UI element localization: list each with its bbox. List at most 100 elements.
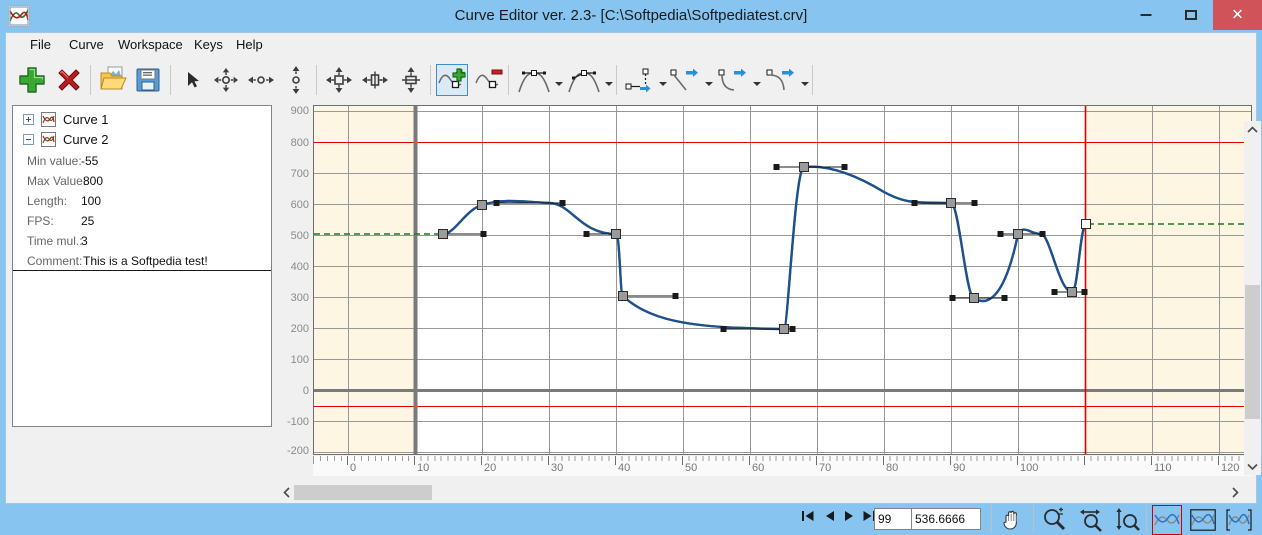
fps-value: 25 xyxy=(81,214,95,228)
x-tick-60: 60 xyxy=(752,462,765,474)
x-tick-110: 110 xyxy=(1154,462,1172,474)
delete-curve-button[interactable] xyxy=(52,63,86,97)
min-value-label: Min value: xyxy=(27,154,82,168)
zoom-horizontal-button[interactable] xyxy=(1077,505,1107,535)
red-cross-icon xyxy=(58,69,80,91)
frame-all-button[interactable] xyxy=(1152,505,1182,535)
frame-range-button[interactable] xyxy=(1224,505,1254,535)
open-file-button[interactable] xyxy=(96,63,132,97)
menu-file[interactable]: File xyxy=(22,33,59,57)
y-tick-500: 500 xyxy=(290,230,309,242)
menu-bar: File Curve Workspace Keys Help xyxy=(6,33,1256,57)
zoom-vertical-button[interactable] xyxy=(1112,505,1142,535)
scale-free-button[interactable] xyxy=(322,63,356,97)
scroll-left-button[interactable] xyxy=(278,484,295,501)
tangent-flat-button[interactable] xyxy=(622,63,656,97)
menu-keys[interactable]: Keys xyxy=(186,33,231,57)
frame-selection-icon xyxy=(1190,509,1216,531)
plot-area[interactable] xyxy=(313,105,1252,455)
add-curve-button[interactable] xyxy=(14,63,50,97)
move-free-button[interactable] xyxy=(209,63,243,97)
property-max-value: Max Value: 800 xyxy=(13,171,271,191)
curve-1-label: Curve 1 xyxy=(63,112,109,127)
menu-workspace[interactable]: Workspace xyxy=(110,33,191,57)
maximize-button[interactable] xyxy=(1168,0,1213,30)
minimize-button[interactable] xyxy=(1123,0,1168,30)
tangent-break-button[interactable] xyxy=(566,63,602,97)
length-value: 100 xyxy=(81,194,102,208)
prev-frame-button[interactable] xyxy=(824,509,840,529)
move-horizontal-button[interactable] xyxy=(244,63,278,97)
horizontal-scrollbar[interactable] xyxy=(278,484,1244,501)
x-tick-10: 10 xyxy=(417,462,430,474)
close-icon: ✕ xyxy=(1231,6,1244,24)
x-tick-0: 0 xyxy=(350,462,357,474)
application-window: Curve Editor ver. 2.3- [C:\Softpedia\Sof… xyxy=(0,0,1262,535)
add-key-button[interactable] xyxy=(436,64,468,96)
length-label: Length: xyxy=(27,194,68,208)
select-tool-button[interactable] xyxy=(176,63,210,97)
green-plus-icon xyxy=(19,67,45,93)
expand-curve-1-toggle[interactable] xyxy=(23,114,34,125)
property-time-mul: Time mul.: 3 xyxy=(13,231,271,251)
tangent-smooth-button[interactable] xyxy=(516,63,552,97)
y-tick-0: 0 xyxy=(302,385,309,397)
x-axis-ticks xyxy=(313,456,1246,465)
x-tick-70: 70 xyxy=(819,462,832,474)
scroll-down-button[interactable] xyxy=(1244,458,1261,475)
curve-2-label: Curve 2 xyxy=(63,132,109,147)
tree-item-curve-1[interactable]: Curve 1 xyxy=(13,110,271,130)
fps-label: FPS: xyxy=(27,214,54,228)
remove-key-button[interactable] xyxy=(472,63,506,97)
frame-selection-button[interactable] xyxy=(1188,505,1218,535)
y-tick-600: 600 xyxy=(290,199,309,211)
tangent-flat-dropdown[interactable] xyxy=(658,79,667,88)
out-spline-dropdown[interactable] xyxy=(800,79,809,88)
curve-plus-icon xyxy=(438,68,466,89)
y-tick-100: 100 xyxy=(290,354,309,366)
curve-keys xyxy=(438,162,1091,334)
magnifier-vertical-icon xyxy=(1116,508,1140,531)
skip-to-start-icon xyxy=(802,511,814,521)
out-linear-dropdown[interactable] xyxy=(704,79,713,88)
tangent-break-dropdown[interactable] xyxy=(604,79,613,88)
next-frame-button[interactable] xyxy=(843,509,859,529)
scale-vertical-button[interactable] xyxy=(394,63,428,97)
chevron-down-icon xyxy=(1247,463,1258,470)
out-spline-button[interactable] xyxy=(764,63,798,97)
y-tick-800: 800 xyxy=(290,137,309,149)
out-ease-button[interactable] xyxy=(716,63,750,97)
horizontal-scroll-thumb[interactable] xyxy=(294,485,432,500)
vertical-scrollbar[interactable] xyxy=(1244,121,1261,475)
tangent-break-icon xyxy=(568,70,600,93)
x-tick-40: 40 xyxy=(618,462,631,474)
vertical-scroll-thumb[interactable] xyxy=(1245,285,1260,419)
out-ease-icon xyxy=(718,68,746,91)
save-file-button[interactable] xyxy=(132,63,164,97)
close-button[interactable]: ✕ xyxy=(1213,0,1262,30)
menu-help[interactable]: Help xyxy=(228,33,271,57)
first-frame-button[interactable] xyxy=(801,509,817,529)
collapse-curve-2-toggle[interactable] xyxy=(23,134,34,145)
menu-curve[interactable]: Curve xyxy=(61,33,112,57)
curve-graph: 900 800 700 600 500 400 300 200 100 0 -1… xyxy=(277,105,1252,485)
out-ease-dropdown[interactable] xyxy=(752,79,761,88)
scroll-up-button[interactable] xyxy=(1244,121,1261,138)
out-linear-button[interactable] xyxy=(668,63,702,97)
out-linear-icon xyxy=(670,68,698,91)
scale-all-icon xyxy=(326,67,352,93)
floppy-disk-icon xyxy=(136,68,160,92)
magnifier-horizontal-icon xyxy=(1080,509,1102,532)
x-axis: 0 10 20 30 40 50 60 70 80 90 100 110 120 xyxy=(313,456,1252,476)
move-vertical-button[interactable] xyxy=(279,63,313,97)
time-mul-label: Time mul.: xyxy=(27,234,83,248)
pan-tool-button[interactable] xyxy=(997,505,1027,535)
tangent-smooth-dropdown[interactable] xyxy=(554,79,563,88)
magnifier-plusminus-icon xyxy=(1044,507,1066,531)
scale-horizontal-button[interactable] xyxy=(358,63,392,97)
curve-list-panel: Curve 1 Curve 2 Min value: -55 Max Value… xyxy=(12,105,272,427)
zoom-tool-button[interactable] xyxy=(1040,505,1070,535)
tree-item-curve-2[interactable]: Curve 2 xyxy=(13,130,271,150)
value-input[interactable] xyxy=(911,508,981,530)
scroll-right-button[interactable] xyxy=(1227,484,1244,501)
